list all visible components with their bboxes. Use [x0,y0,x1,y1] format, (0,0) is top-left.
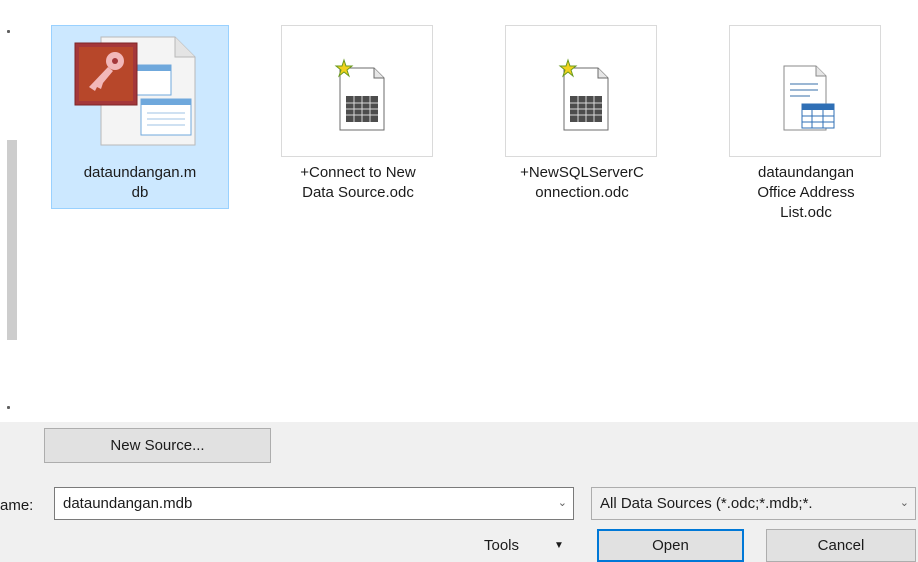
file-name-label: dataundangan Office Address List.odc [757,164,855,221]
file-type-filter-select[interactable]: All Data Sources (*.odc;*.mdb;*. ⌄ [591,487,916,520]
odc-new-connection-icon [334,58,385,131]
file-name-label: +NewSQLServerC onnection.odc [520,164,644,201]
file-type-filter-value: All Data Sources (*.odc;*.mdb;*. [600,495,813,512]
open-button[interactable]: Open [597,529,744,562]
file-thumbnail [729,25,881,157]
file-name-label: dataundangan.m db [83,164,197,201]
odc-new-connection-icon [558,58,609,131]
tools-menu-button[interactable]: Tools ▼ [474,529,580,562]
file-item[interactable]: dataundangan.m db [51,25,229,215]
file-thumbnail [63,25,215,157]
caret-down-icon: ▼ [554,540,564,551]
chevron-down-icon[interactable]: ⌄ [900,488,909,519]
scroll-up-icon[interactable] [7,30,10,33]
file-thumbnail [281,25,433,157]
office-address-list-icon [783,65,835,131]
access-database-icon [74,36,196,146]
file-item[interactable]: +NewSQLServerC onnection.odc [493,25,671,215]
file-name-label: +Connect to New Data Source.odc [300,164,416,201]
file-name-value: dataundangan.mdb [63,495,193,512]
scrollbar-thumb[interactable] [7,140,17,340]
cancel-button[interactable]: Cancel [766,529,916,562]
file-list-pane[interactable]: dataundangan.m db +Connect to New Data S… [0,0,918,422]
scroll-down-icon[interactable] [7,406,10,409]
file-item[interactable]: +Connect to New Data Source.odc [269,25,447,215]
new-source-button[interactable]: New Source... [44,428,271,463]
vertical-scrollbar[interactable] [0,0,18,422]
chevron-down-icon[interactable]: ⌄ [558,488,567,519]
file-name-field[interactable]: dataundangan.mdb ⌄ [54,487,574,520]
file-item[interactable]: dataundangan Office Address List.odc [717,25,895,221]
file-name-label-text: ame: [0,497,34,514]
tools-label: Tools [484,537,520,554]
file-thumbnail [505,25,657,157]
